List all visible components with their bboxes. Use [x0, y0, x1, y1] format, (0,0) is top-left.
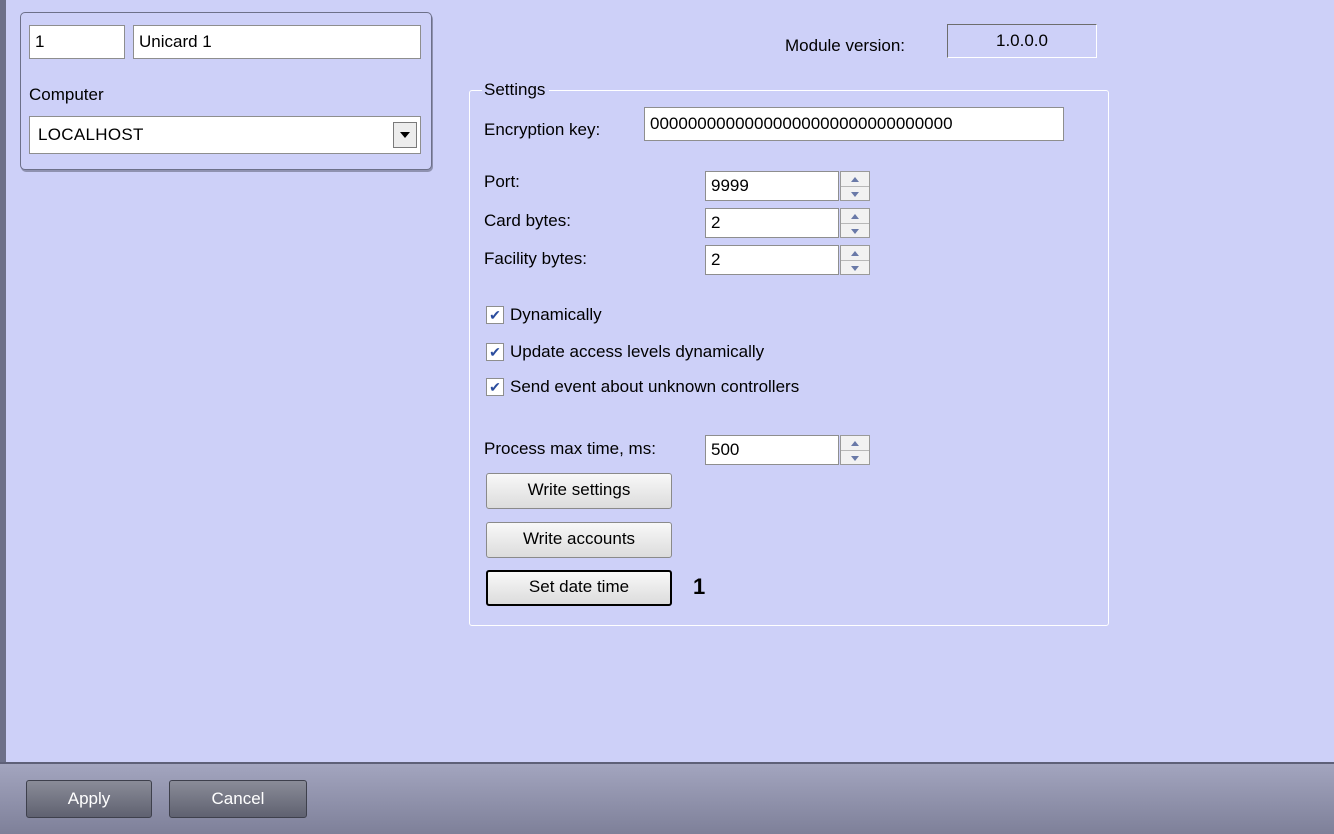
- object-panel: 1 Unicard 1 Computer LOCALHOST: [20, 12, 432, 170]
- spin-down-icon: [851, 265, 859, 271]
- port-label: Port:: [484, 172, 520, 191]
- facility-bytes-spinner[interactable]: [840, 245, 870, 275]
- card-bytes-spinner[interactable]: [840, 208, 870, 238]
- facility-bytes-field[interactable]: 2: [705, 245, 839, 275]
- checkmark-icon: ✔: [489, 307, 501, 323]
- chevron-down-icon: [400, 132, 410, 138]
- spin-up-icon: [851, 213, 859, 219]
- dynamically-checkbox-row[interactable]: ✔ Dynamically: [486, 305, 602, 325]
- send-event-unknown-controllers-label: Send event about unknown controllers: [510, 377, 800, 396]
- object-id-field[interactable]: 1: [29, 25, 125, 59]
- process-max-time-label: Process max time, ms:: [484, 439, 656, 458]
- computer-select-value: LOCALHOST: [38, 125, 144, 144]
- facility-bytes-label: Facility bytes:: [484, 249, 587, 268]
- send-event-unknown-controllers-checkbox-row[interactable]: ✔ Send event about unknown controllers: [486, 377, 799, 397]
- write-settings-button[interactable]: Write settings: [486, 473, 672, 509]
- left-edge-divider: [0, 0, 6, 762]
- send-event-unknown-controllers-checkbox[interactable]: ✔: [486, 378, 504, 396]
- computer-select[interactable]: LOCALHOST: [29, 116, 421, 154]
- spin-down-icon: [851, 228, 859, 234]
- spin-up-icon: [851, 250, 859, 256]
- encryption-key-field[interactable]: 00000000000000000000000000000000: [644, 107, 1064, 141]
- checkmark-icon: ✔: [489, 344, 501, 360]
- spin-down-icon: [851, 455, 859, 461]
- apply-button[interactable]: Apply: [26, 780, 152, 818]
- update-access-levels-label: Update access levels dynamically: [510, 342, 765, 361]
- module-version-field: 1.0.0.0: [947, 24, 1097, 58]
- callout-marker: 1: [693, 574, 706, 599]
- computer-dropdown-button[interactable]: [393, 122, 417, 148]
- set-date-time-button[interactable]: Set date time: [486, 570, 672, 606]
- module-version-label: Module version:: [785, 36, 906, 55]
- port-spinner[interactable]: [840, 171, 870, 201]
- card-bytes-field[interactable]: 2: [705, 208, 839, 238]
- dynamically-checkbox[interactable]: ✔: [486, 306, 504, 324]
- cancel-button[interactable]: Cancel: [169, 780, 307, 818]
- port-field[interactable]: 9999: [705, 171, 839, 201]
- spin-down-icon: [851, 191, 859, 197]
- spin-up-icon: [851, 176, 859, 182]
- update-access-levels-checkbox-row[interactable]: ✔ Update access levels dynamically: [486, 342, 764, 362]
- card-bytes-label: Card bytes:: [484, 211, 571, 230]
- computer-label: Computer: [29, 85, 104, 104]
- dynamically-label: Dynamically: [510, 305, 602, 324]
- settings-group-title: Settings: [482, 80, 550, 100]
- spin-up-icon: [851, 440, 859, 446]
- checkmark-icon: ✔: [489, 379, 501, 395]
- object-name-field[interactable]: Unicard 1: [133, 25, 421, 59]
- process-max-time-field[interactable]: 500: [705, 435, 839, 465]
- encryption-key-label: Encryption key:: [484, 120, 601, 139]
- update-access-levels-checkbox[interactable]: ✔: [486, 343, 504, 361]
- process-max-time-spinner[interactable]: [840, 435, 870, 465]
- write-accounts-button[interactable]: Write accounts: [486, 522, 672, 558]
